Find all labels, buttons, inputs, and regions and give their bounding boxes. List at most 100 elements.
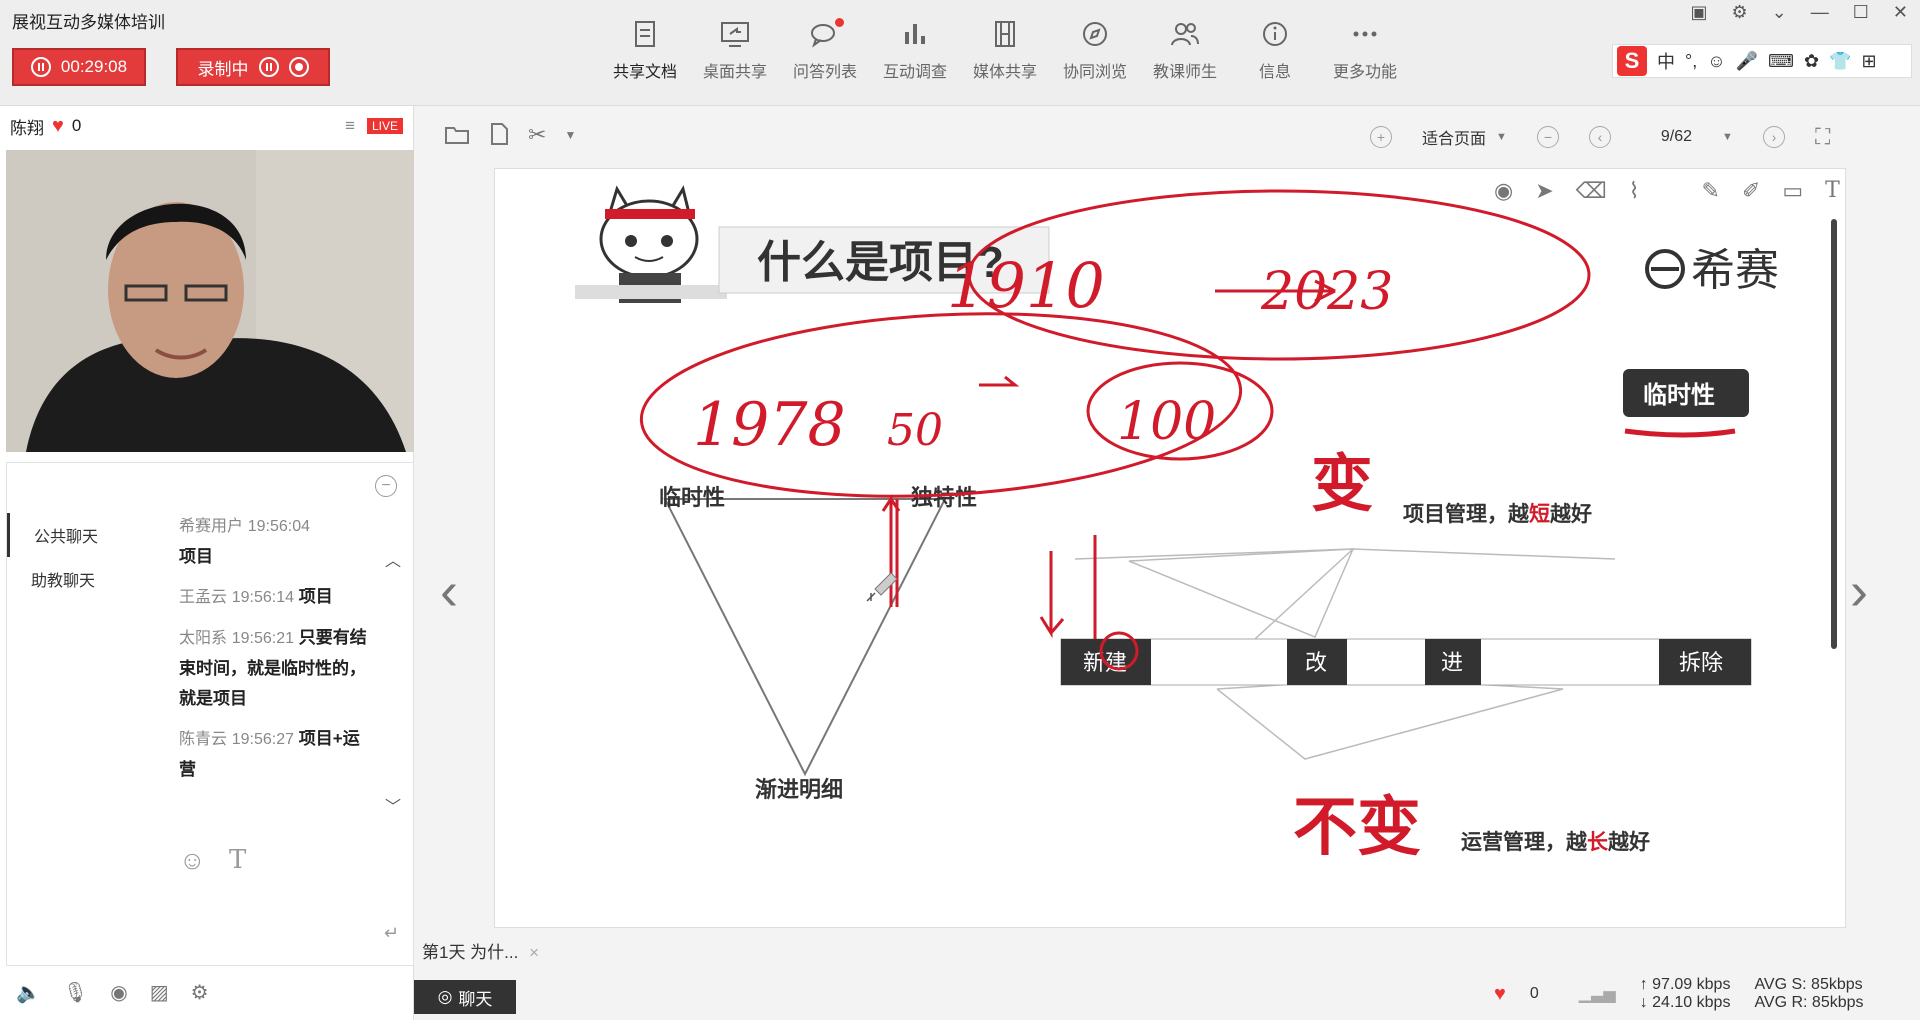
shirt-icon[interactable]: 👕 <box>1829 51 1851 72</box>
tool-teacher-students[interactable]: 教课师生 <box>1140 18 1230 82</box>
more-icon <box>1353 31 1377 37</box>
prev-page-icon[interactable]: ‹ <box>1588 126 1611 148</box>
mic-icon[interactable]: 🎤 <box>1736 51 1758 72</box>
scroll-down-icon[interactable]: ﹀ <box>385 793 401 817</box>
pointer-icon[interactable]: ➤ <box>1535 178 1553 204</box>
next-page-icon[interactable]: › <box>1762 126 1785 148</box>
tool-desktop-share[interactable]: 桌面共享 <box>690 18 780 82</box>
timeline-advance: 进 <box>1441 650 1463 675</box>
stop-record-icon[interactable] <box>288 57 309 77</box>
tab-assistant-chat[interactable]: 助教聊天 <box>7 557 157 601</box>
settings-gear-icon[interactable]: ⚙ <box>191 980 209 1005</box>
tool-more[interactable]: 更多功能 <box>1320 18 1410 82</box>
slide-scrollbar[interactable] <box>1831 219 1837 649</box>
change-text-hl: 短 <box>1529 503 1550 526</box>
sogou-logo-icon[interactable]: S <box>1617 46 1647 76</box>
screen-share-icon <box>721 22 749 47</box>
heart-icon[interactable]: ♥ <box>1494 983 1506 1006</box>
eraser-icon[interactable]: ⌫ <box>1576 178 1607 204</box>
badge-temporary: 临时性 <box>1643 381 1715 409</box>
nochange-big: 不变 <box>1293 791 1421 863</box>
tool-share-doc[interactable]: 共享文档 <box>600 18 690 82</box>
skin-icon[interactable]: ✿ <box>1804 51 1819 72</box>
ime-language[interactable]: 中 <box>1657 48 1675 74</box>
menu-icon[interactable]: ≡ <box>345 116 355 136</box>
folder-icon[interactable] <box>444 122 470 151</box>
record-dot-icon[interactable]: ◉ <box>1494 178 1513 204</box>
rectangle-icon[interactable]: ▭ <box>1782 178 1803 204</box>
speaker-icon[interactable]: 🔈 <box>16 980 41 1005</box>
chevron-down-icon[interactable]: ⌄ <box>1772 2 1787 23</box>
document-tab[interactable]: 第1天 为什... × <box>422 938 539 963</box>
tab-close-icon[interactable]: × <box>529 943 539 962</box>
pause-record-icon[interactable] <box>258 57 279 77</box>
text-format-icon[interactable]: T <box>229 845 246 875</box>
maximize-icon[interactable]: ☐ <box>1853 2 1869 23</box>
layout-icon[interactable]: ▣ <box>1691 2 1708 23</box>
dropdown-icon[interactable]: ▼ <box>564 122 576 151</box>
timer-value: 00:29:08 <box>60 57 128 76</box>
record-button[interactable]: 录制中 <box>176 48 330 86</box>
presenter-name: 陈翔 <box>10 118 44 138</box>
pen-icon[interactable]: ✐ <box>1742 178 1760 204</box>
media-controls: 🔈 🎙 ◉ ▨ ⚙ <box>16 980 209 1005</box>
timer-button[interactable]: 00:29:08 <box>12 48 146 86</box>
download-rate-value: 24.10 kbps <box>1652 994 1731 1011</box>
emoji-icon[interactable]: ☺ <box>1707 51 1725 72</box>
tool-info[interactable]: 信息 <box>1230 18 1320 82</box>
prev-slide-icon[interactable]: ‹ <box>440 560 458 622</box>
chat-message: 陈青云 19:56:27 项目+运营 <box>179 724 369 785</box>
settings-icon[interactable]: ⚙ <box>1732 2 1748 23</box>
heart-icon[interactable]: ♥ <box>52 115 64 138</box>
desk-shape <box>575 285 727 299</box>
signal-icon: ▁▃▅ <box>1578 986 1616 1003</box>
nochange-text: 运营管理，越长越好 <box>1461 830 1650 854</box>
tool-media-share[interactable]: 媒体共享 <box>960 18 1050 82</box>
fit-select[interactable]: 适合页面 <box>1422 125 1486 149</box>
app-title: 展视互动多媒体培训 <box>12 13 165 32</box>
top-bar: 展视互动多媒体培训 00:29:08 录制中 共享文档 桌面共享 问答列表 互动… <box>0 0 1920 106</box>
scroll-up-icon[interactable]: ︿ <box>385 547 401 571</box>
ime-punct[interactable]: °, <box>1685 51 1697 72</box>
film-icon <box>995 21 1015 47</box>
file-icon[interactable] <box>488 122 510 151</box>
zoom-out-icon[interactable]: − <box>1536 126 1559 148</box>
chat-panel: − 公共聊天 助教聊天 希赛用户 19:56:04 项目 王孟云 19:56:1… <box>6 462 414 966</box>
scissors-icon[interactable]: ✂ <box>528 122 546 151</box>
chat-button[interactable]: ◎ 聊天 <box>414 980 516 1014</box>
next-slide-icon[interactable]: › <box>1850 560 1868 622</box>
page-indicator[interactable]: 9/62 <box>1661 128 1692 146</box>
fullscreen-icon[interactable]: ⛶ <box>1815 124 1830 150</box>
slide-canvas[interactable]: 什么是项目? 希赛 临时性 临时性 独特性 渐进明细 变 项目管理，越短越好 新… <box>494 168 1846 928</box>
highlighter-icon[interactable]: ✎ <box>1702 178 1720 204</box>
chat-button-label: 聊天 <box>458 989 493 1009</box>
apps-icon[interactable]: ⊞ <box>1862 51 1877 72</box>
text-tool-icon[interactable]: T <box>1825 178 1840 204</box>
keyboard-icon[interactable]: ⌨ <box>1768 51 1794 72</box>
message-list: 希赛用户 19:56:04 项目 王孟云 19:56:14 项目 太阳系 19:… <box>179 511 369 795</box>
minimize-icon[interactable]: — <box>1811 2 1829 23</box>
bandwidth: ↑ 97.09 kbps ↓ 24.10 kbps <box>1640 976 1731 1012</box>
chevron-down-icon[interactable]: ▼ <box>1496 131 1507 143</box>
triangle-shape <box>663 498 947 777</box>
chat-message: 太阳系 19:56:21 只要有结束时间，就是临时性的，就是项目 <box>179 623 369 714</box>
tool-poll[interactable]: 互动调查 <box>870 18 960 82</box>
microphone-icon[interactable]: 🎙 <box>63 980 88 1005</box>
close-icon[interactable]: ✕ <box>1893 2 1908 23</box>
broom-icon[interactable]: ⌇ <box>1629 178 1640 204</box>
zoom-in-icon[interactable]: + <box>1370 126 1392 148</box>
label-progressive: 渐进明细 <box>755 777 843 802</box>
image-icon[interactable]: ▨ <box>150 980 169 1005</box>
page-dropdown-icon[interactable]: ▼ <box>1722 131 1733 143</box>
tool-cobrowse[interactable]: 协同浏览 <box>1050 18 1140 82</box>
tab-public-chat[interactable]: 公共聊天 <box>7 513 157 557</box>
notification-dot <box>835 18 844 27</box>
change-big: 变 <box>1311 450 1373 519</box>
emoji-picker-icon[interactable]: ☺ <box>179 845 206 876</box>
presenter-video <box>6 150 414 452</box>
camera-icon[interactable]: ◉ <box>110 980 127 1005</box>
send-icon[interactable]: ↵ <box>384 923 399 944</box>
tool-qa-list[interactable]: 问答列表 <box>780 18 870 82</box>
pause-icon <box>30 57 51 77</box>
collapse-icon[interactable]: − <box>375 475 397 497</box>
